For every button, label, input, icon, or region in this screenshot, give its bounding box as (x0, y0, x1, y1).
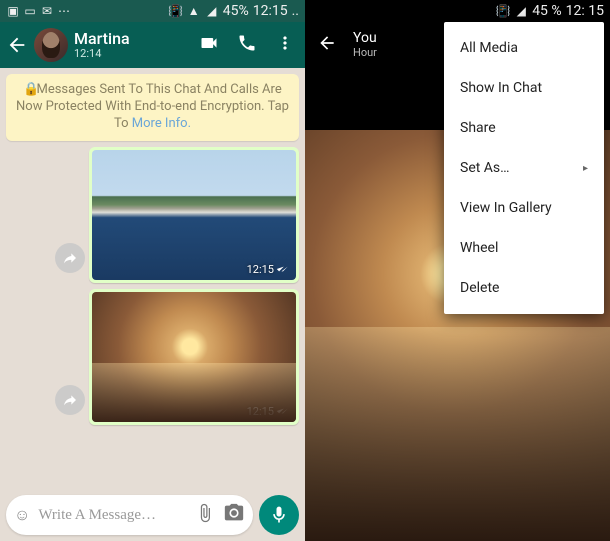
media-viewer-pane: 📳 ◢ 45 % 12: 15 You Hour All Media Show … (305, 0, 610, 541)
viewer-title-block[interactable]: You Hour (353, 31, 377, 58)
clock: 12:15 (253, 3, 288, 19)
attach-button[interactable] (195, 503, 215, 527)
forward-button[interactable] (55, 243, 85, 273)
signal-icon: ◢ (205, 4, 219, 18)
message-bubble[interactable]: 12:15 (89, 147, 299, 283)
status-bar-right: 📳 ◢ 45 % 12: 15 (305, 0, 610, 22)
voice-message-button[interactable] (259, 495, 299, 535)
overflow-menu: All Media Show In Chat Share Set As…▸ Vi… (444, 22, 604, 314)
message-composer: ☺ Write A Message… (0, 489, 305, 541)
message-input-container: ☺ Write A Message… (6, 495, 253, 535)
viewer-time: Hour (353, 47, 377, 59)
menu-view-in-gallery[interactable]: View In Gallery (444, 188, 604, 228)
status-overflow: .. (292, 3, 299, 19)
wifi-icon: ▲ (187, 4, 201, 18)
viewer-back-button[interactable] (317, 33, 337, 57)
vibrate-icon: 📳 (169, 4, 183, 18)
clock: 12: 15 (566, 3, 604, 19)
message-row: 12:15 (6, 147, 299, 283)
camera-button[interactable] (223, 502, 245, 528)
message-timestamp: 12:15 (247, 263, 290, 276)
contact-name: Martina (74, 30, 199, 48)
message-photo[interactable]: 12:15 (92, 292, 296, 422)
more-options-button[interactable] (275, 33, 295, 57)
submenu-arrow-icon: ▸ (583, 163, 588, 174)
menu-show-in-chat[interactable]: Show In Chat (444, 68, 604, 108)
battery-percent: 45 % (532, 3, 561, 19)
menu-all-media[interactable]: All Media (444, 28, 604, 68)
viewer-sender: You (353, 31, 377, 46)
msg-notif-icon: ✉ (40, 4, 54, 18)
more-notif-icon: ⋯ (57, 4, 71, 18)
encryption-more-link: More Info. (132, 116, 191, 131)
back-button[interactable] (6, 34, 28, 56)
menu-wheel[interactable]: Wheel (444, 228, 604, 268)
message-timestamp: 12:15 (247, 405, 290, 418)
video-call-button[interactable] (199, 33, 219, 57)
lock-icon: 🔒 (23, 82, 33, 99)
notif-icon: ▣ (6, 4, 20, 18)
vibrate-icon: 📳 (496, 4, 510, 18)
chat-notif-icon: ▭ (23, 4, 37, 18)
whatsapp-chat-pane: ▣ ▭ ✉ ⋯ 📳 ▲ ◢ 45% 12:15 .. Martina 12:14 (0, 0, 305, 541)
message-row: 12:15 (6, 289, 299, 425)
contact-avatar[interactable] (34, 28, 68, 62)
signal-icon: ◢ (514, 4, 528, 18)
chat-header: Martina 12:14 (0, 22, 305, 68)
message-photo[interactable]: 12:15 (92, 150, 296, 280)
menu-set-as[interactable]: Set As…▸ (444, 148, 604, 188)
encryption-notice[interactable]: 🔒 Messages Sent To This Chat And Calls A… (6, 74, 299, 141)
contact-last-seen: 12:14 (74, 48, 199, 60)
voice-call-button[interactable] (237, 33, 257, 57)
contact-info[interactable]: Martina 12:14 (74, 30, 199, 60)
status-bar-left: ▣ ▭ ✉ ⋯ 📳 ▲ ◢ 45% 12:15 .. (0, 0, 305, 22)
forward-button[interactable] (55, 385, 85, 415)
menu-share[interactable]: Share (444, 108, 604, 148)
battery-percent: 45% (223, 3, 249, 19)
message-input[interactable]: Write A Message… (38, 507, 187, 524)
menu-delete[interactable]: Delete (444, 268, 604, 308)
message-bubble[interactable]: 12:15 (89, 289, 299, 425)
emoji-button[interactable]: ☺ (14, 505, 30, 525)
chat-body[interactable]: 🔒 Messages Sent To This Chat And Calls A… (0, 68, 305, 489)
